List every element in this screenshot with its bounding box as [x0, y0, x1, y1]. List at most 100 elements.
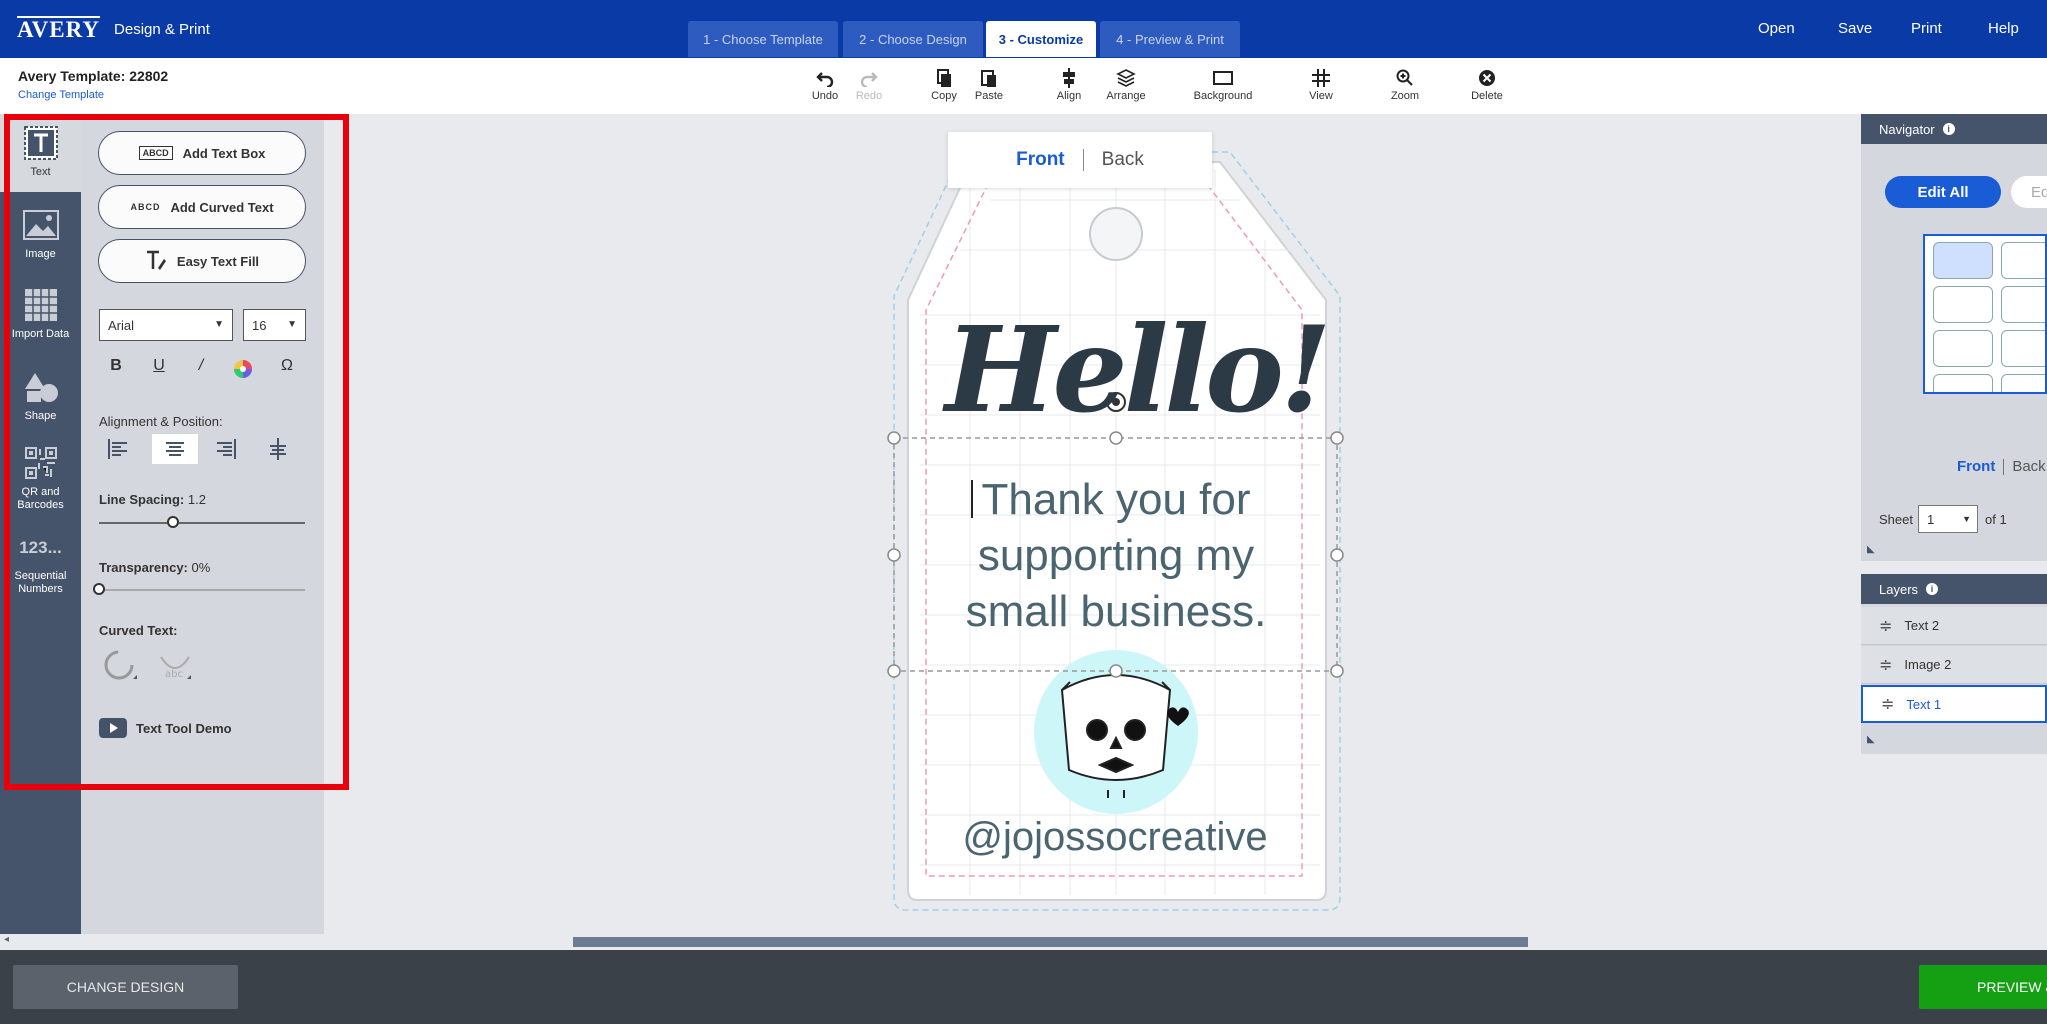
step-preview-print[interactable]: 4 - Preview & Print [1100, 21, 1240, 57]
zoom-label: Zoom [1390, 90, 1420, 102]
chevron-down-icon: ▼ [1962, 514, 1971, 524]
easy-text-fill-label: Easy Text Fill [176, 253, 260, 269]
info-icon[interactable]: i [1926, 583, 1939, 595]
easy-text-fill-button[interactable]: Easy Text Fill [98, 239, 306, 283]
font-family-value: Arial [108, 317, 135, 333]
step-customize[interactable]: 3 - Customize [986, 21, 1096, 57]
hello-text[interactable]: Hello! [945, 300, 1332, 439]
thumbnail-tag [1933, 374, 1993, 392]
app-name: Design & Print [114, 20, 210, 38]
rail-item-text[interactable]: Text [0, 114, 81, 192]
drag-handle-icon[interactable]: ≑ [1881, 694, 1894, 714]
text-icon [0, 120, 81, 166]
bottom-bar [0, 950, 2047, 1024]
zoom-button[interactable]: Zoom [1375, 66, 1435, 102]
line-spacing-slider[interactable] [99, 522, 305, 524]
layer-item[interactable]: ≑ Image 2 [1861, 646, 2047, 684]
drag-handle-icon[interactable]: ≑ [1879, 655, 1892, 675]
font-size-select[interactable]: 16 ▼ [243, 309, 306, 341]
thumbnail-tag [2001, 286, 2045, 323]
help-button[interactable]: Help [1988, 20, 2019, 37]
paste-label: Paste [974, 90, 1004, 102]
line-spacing-slider-handle[interactable] [167, 516, 180, 528]
rail-item-shape[interactable]: Shape [0, 364, 81, 434]
transparency-value: 0% [191, 560, 211, 575]
rail-item-image[interactable]: Image [0, 202, 81, 272]
curved-text-label: Curved Text: [99, 623, 178, 638]
open-button[interactable]: Open [1758, 20, 1795, 37]
rail-item-sequential-numbers[interactable]: 123... Sequential Numbers [0, 524, 81, 604]
qr-code-icon [0, 440, 81, 486]
transparency-slider-handle[interactable] [93, 583, 105, 595]
text-tool-demo-link[interactable]: Text Tool Demo [99, 718, 232, 738]
info-icon[interactable]: i [1942, 123, 1955, 135]
delete-button[interactable]: Delete [1457, 66, 1517, 102]
align-center-button[interactable] [152, 434, 198, 464]
text-color-button[interactable] [231, 359, 255, 384]
align-right-button[interactable] [215, 439, 237, 464]
background-button[interactable]: Background [1193, 66, 1253, 102]
print-button[interactable]: Print [1911, 20, 1942, 37]
back-tab[interactable]: Back [1102, 149, 1144, 171]
rail-item-qr-barcodes[interactable]: QR and Barcodes [0, 440, 81, 520]
scroll-left-icon[interactable]: ◂ [4, 934, 9, 945]
layer-label: Text 2 [1904, 618, 1940, 633]
transparency-row: Transparency: 0% [99, 560, 210, 575]
rail-item-import-data[interactable]: Import Data [0, 282, 81, 352]
paste-icon [959, 66, 1019, 90]
horizontal-scrollbar-thumb[interactable] [573, 937, 1528, 947]
italic-button[interactable]: / [189, 357, 213, 375]
navigator-front-tab[interactable]: Front [1957, 458, 1995, 475]
avery-logo[interactable]: AVERY Design & Print [17, 14, 210, 44]
add-text-box-button[interactable]: ABCD Add Text Box [98, 131, 306, 175]
underline-button[interactable]: U [147, 357, 171, 375]
paste-button[interactable]: Paste [959, 66, 1019, 102]
body-text-box[interactable]: Thank you for supporting my small busine… [950, 472, 1282, 640]
step-choose-template[interactable]: 1 - Choose Template [688, 21, 838, 57]
front-back-switcher: Front Back [948, 132, 1212, 188]
align-button[interactable]: Align [1039, 66, 1099, 102]
social-handle-text[interactable]: @jojossocreative [955, 815, 1275, 860]
arrange-button[interactable]: Arrange [1096, 66, 1156, 102]
change-design-button[interactable]: CHANGE DESIGN [13, 965, 238, 1009]
preview-print-button[interactable]: PREVIEW & PRINT [1919, 965, 2047, 1009]
front-back-divider [1082, 149, 1084, 171]
step-choose-design[interactable]: 2 - Choose Design [843, 21, 983, 57]
add-curved-text-button[interactable]: ABCD Add Curved Text [98, 185, 306, 229]
front-tab[interactable]: Front [1016, 149, 1065, 171]
bold-button[interactable]: B [104, 357, 128, 375]
view-button[interactable]: View [1291, 66, 1351, 102]
curve-arc-button[interactable]: abc [157, 649, 193, 690]
svg-text:abc: abc [165, 669, 183, 680]
brand-logo: AVERY [17, 16, 101, 42]
rail-label-import-data: Import Data [11, 328, 70, 340]
edit-one-button[interactable]: Ed [2011, 176, 2047, 208]
align-left-button[interactable] [107, 439, 129, 464]
edit-all-button[interactable]: Edit All [1885, 176, 2001, 208]
vertical-position-button[interactable] [267, 438, 289, 465]
toolbar: Avery Template: 22802 Change Template Un… [0, 58, 2047, 114]
color-wheel-icon [234, 360, 252, 378]
layer-item[interactable]: ≑ Text 2 [1861, 607, 2047, 645]
table-icon [0, 282, 81, 328]
resize-corner-icon[interactable]: ◣ [1867, 734, 1875, 745]
body-line-3: small business. [965, 587, 1267, 636]
curve-circle-button[interactable] [103, 649, 139, 690]
transparency-slider[interactable] [99, 589, 305, 591]
rail-label-text: Text [30, 166, 51, 178]
align-label: Align [1056, 90, 1082, 102]
sheet-select[interactable]: 1 ▼ [1918, 505, 1978, 533]
drag-handle-icon[interactable]: ≑ [1879, 616, 1892, 636]
save-button[interactable]: Save [1838, 20, 1872, 37]
text-fill-icon [145, 249, 167, 274]
layer-label: Text 1 [1906, 696, 1942, 712]
line-spacing-value: 1.2 [187, 492, 206, 507]
change-template-link[interactable]: Change Template [18, 89, 104, 101]
special-characters-button[interactable]: Ω [275, 357, 299, 375]
navigator-back-tab[interactable]: Back [2012, 458, 2045, 475]
sheet-thumbnail[interactable] [1923, 234, 2047, 394]
redo-button[interactable]: Redo [839, 66, 899, 102]
font-family-select[interactable]: Arial ▼ [99, 309, 233, 341]
layer-item-selected[interactable]: ≑ Text 1 [1861, 685, 2047, 723]
resize-corner-icon[interactable]: ◣ [1867, 544, 1875, 555]
